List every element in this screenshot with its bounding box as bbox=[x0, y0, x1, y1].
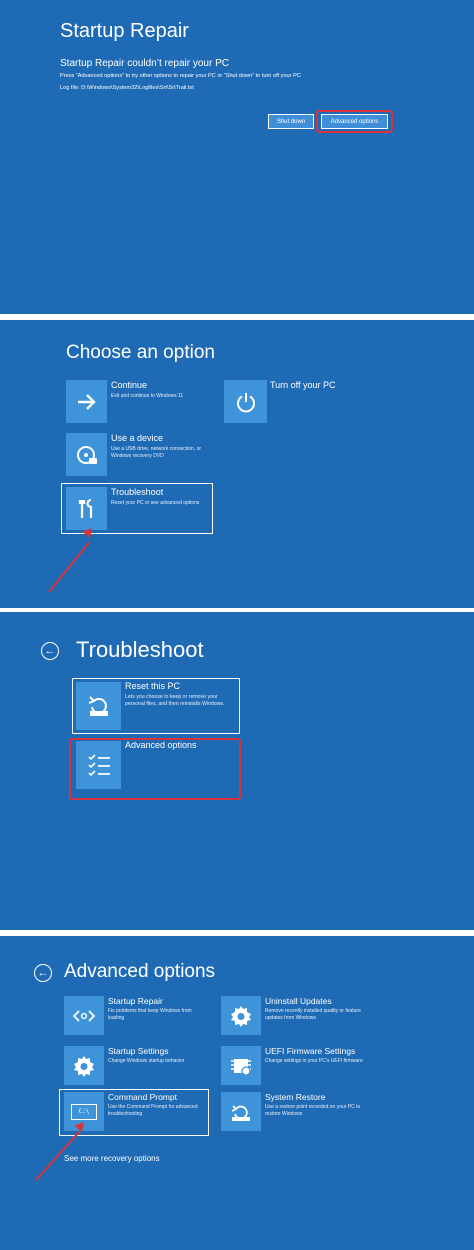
back-icon[interactable]: ← bbox=[34, 964, 52, 982]
option-label: UEFI Firmware Settings bbox=[265, 1046, 356, 1056]
option-startup-settings[interactable]: Startup Settings Change Windows startup … bbox=[64, 1046, 214, 1086]
option-label: Startup Settings bbox=[108, 1046, 169, 1056]
option-description: Change settings in your PC’s UEFI firmwa… bbox=[265, 1058, 363, 1064]
highlight-box bbox=[69, 738, 241, 800]
option-uninstall-updates[interactable]: Uninstall Updates Remove recently instal… bbox=[221, 996, 371, 1036]
option-reset-pc[interactable]: Reset this PC Lets you choose to keep or… bbox=[76, 681, 236, 730]
error-description: Press “Advanced options” to try other op… bbox=[60, 73, 301, 79]
option-continue[interactable]: Continue Exit and continue to Windows 11 bbox=[66, 380, 216, 424]
option-system-restore[interactable]: System Restore Use a restore point recor… bbox=[221, 1092, 371, 1132]
option-label: Continue bbox=[111, 380, 148, 390]
option-label: Startup Repair bbox=[108, 996, 163, 1006]
restore-icon bbox=[221, 1092, 261, 1131]
back-icon[interactable]: ← bbox=[41, 642, 59, 660]
option-turn-off[interactable]: Turn off your PC bbox=[224, 380, 374, 424]
option-description: Use a restore point recorded on your PC … bbox=[265, 1104, 361, 1117]
code-icon bbox=[64, 996, 104, 1035]
page-title: Advanced options bbox=[64, 961, 216, 982]
see-more-recovery-link[interactable]: See more recovery options bbox=[64, 1154, 160, 1163]
option-label: Troubleshoot bbox=[111, 487, 164, 497]
option-label: Turn off your PC bbox=[270, 380, 336, 390]
option-use-device[interactable]: Use a device Use a USB drive, network co… bbox=[66, 433, 216, 477]
option-uefi-firmware[interactable]: UEFI Firmware Settings Change settings i… bbox=[221, 1046, 371, 1086]
chip-icon bbox=[221, 1046, 261, 1085]
disc-icon bbox=[66, 433, 107, 476]
advanced-options-screen: ← Advanced options Startup Repair Fix pr… bbox=[0, 936, 474, 1250]
option-description: Use the Command Prompt for advanced trou… bbox=[108, 1104, 198, 1117]
choose-an-option-screen: Choose an option Continue Exit and conti… bbox=[0, 320, 474, 608]
power-icon bbox=[224, 380, 267, 423]
gear-icon bbox=[64, 1046, 104, 1085]
option-startup-repair[interactable]: Startup Repair Fix problems that keep Wi… bbox=[64, 996, 214, 1036]
option-description: Remove recently installed quality or fea… bbox=[265, 1008, 361, 1021]
option-description: Use a USB drive, network connection, or … bbox=[111, 446, 202, 459]
option-label: Uninstall Updates bbox=[265, 996, 332, 1006]
page-title: Troubleshoot bbox=[76, 637, 204, 662]
option-label: Reset this PC bbox=[125, 681, 181, 691]
gear-icon bbox=[221, 996, 261, 1035]
arrow-right-icon bbox=[66, 380, 107, 423]
option-description: Change Windows startup behavior bbox=[108, 1058, 185, 1064]
command-prompt-window: C:\ bbox=[71, 1103, 97, 1120]
pointer-arrow bbox=[48, 541, 91, 593]
error-heading: Startup Repair couldn’t repair your PC bbox=[60, 58, 229, 69]
option-description: Exit and continue to Windows 11 bbox=[111, 393, 184, 399]
log-file-path: Log file: D:\Windows\System32\Logfiles\S… bbox=[60, 85, 194, 91]
startup-repair-screen: Startup Repair Startup Repair couldn’t r… bbox=[0, 0, 474, 314]
page-title: Choose an option bbox=[66, 342, 215, 363]
option-label: Command Prompt bbox=[108, 1092, 177, 1102]
option-description: Fix problems that keep Windows from load… bbox=[108, 1008, 192, 1021]
highlight-box bbox=[316, 110, 393, 133]
option-description: Reset your PC or see advanced options bbox=[111, 500, 200, 506]
option-label: System Restore bbox=[265, 1092, 326, 1102]
option-label: Use a device bbox=[111, 433, 164, 443]
troubleshoot-screen: ← Troubleshoot Reset this PC Lets you ch… bbox=[0, 612, 474, 930]
option-description: Lets you choose to keep or remove your p… bbox=[125, 694, 225, 708]
shut-down-button[interactable]: Shut down bbox=[268, 114, 314, 129]
tools-icon bbox=[66, 487, 107, 530]
reset-icon bbox=[76, 682, 121, 730]
page-title: Startup Repair bbox=[60, 20, 189, 42]
